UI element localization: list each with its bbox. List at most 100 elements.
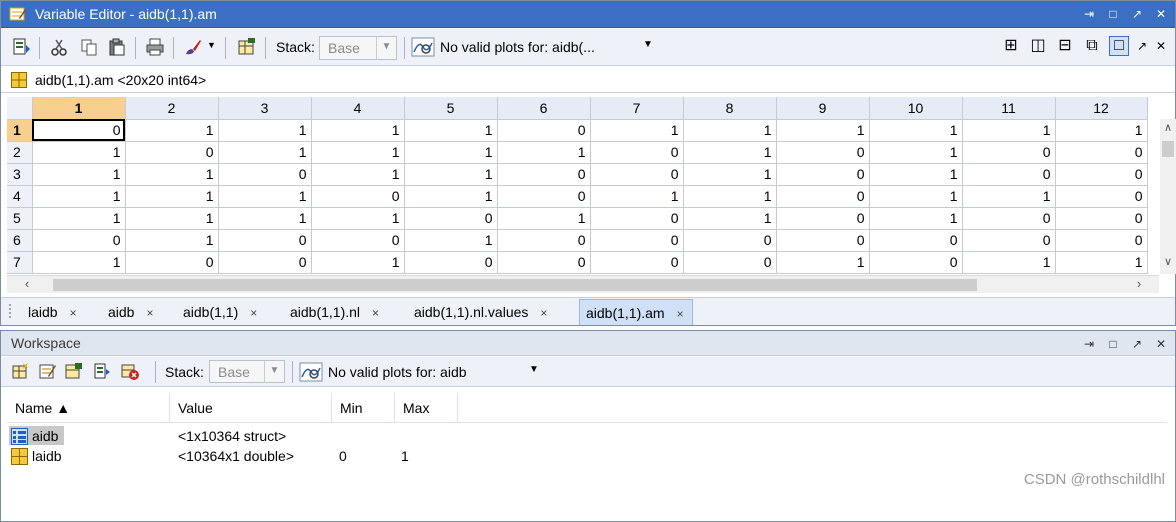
column-header-max[interactable]: Max	[395, 393, 458, 423]
grid-cell[interactable]: 1	[218, 207, 312, 230]
grid-cell[interactable]: 1	[404, 141, 498, 164]
grid-cell[interactable]: 1	[869, 141, 963, 164]
top-bottom-split-icon[interactable]: ⊟	[1055, 36, 1075, 56]
float-icon[interactable]: ⧉	[1082, 36, 1102, 56]
grid-cell[interactable]: 0	[590, 229, 684, 252]
grid-cell[interactable]: 0	[497, 229, 591, 252]
horizontal-scroll-thumb[interactable]	[53, 279, 977, 291]
stack-select[interactable]: Base ▼	[209, 360, 285, 383]
print-icon[interactable]	[145, 37, 165, 57]
grid-cell[interactable]: 1	[125, 207, 219, 230]
grid-cell[interactable]: 0	[962, 207, 1056, 230]
grid-cell[interactable]: 1	[32, 185, 126, 208]
variable-name-cell[interactable]: aidb	[9, 426, 65, 445]
grid-cell[interactable]: 0	[125, 251, 219, 274]
grid-cell[interactable]: 1	[590, 185, 684, 208]
column-header-value[interactable]: Value	[170, 393, 332, 423]
grid-cell[interactable]: 0	[776, 207, 870, 230]
vertical-scroll-thumb[interactable]	[1162, 141, 1174, 157]
column-header[interactable]: 7	[590, 97, 684, 120]
grid-cell[interactable]: 1	[404, 119, 498, 142]
grid-cell[interactable]: 1	[311, 119, 405, 142]
variable-grid[interactable]: 1 2 3 4 5 6 7 8 9 10 11 12 1 0 1 1 1 1 0 1 1 1 1 1 1 2 1 0 1 1 1 1 0 1 0 1 0…	[7, 97, 1159, 274]
scroll-down-icon[interactable]: ∨	[1160, 255, 1176, 271]
grid-cell[interactable]: 1	[776, 119, 870, 142]
grid-cell[interactable]: 0	[776, 163, 870, 186]
grid-cell[interactable]: 0	[1055, 163, 1148, 186]
table-row[interactable]: laidb <10364x1 double> 0 1	[7, 446, 1167, 466]
tab-aidb-1-1-am[interactable]: aidb(1,1).am ×	[579, 299, 693, 325]
row-header[interactable]: 2	[7, 141, 33, 164]
grid-cell[interactable]: 1	[683, 119, 777, 142]
grid-cell[interactable]: 1	[683, 207, 777, 230]
close-tab-icon[interactable]: ×	[372, 306, 379, 320]
grid-cell[interactable]: 1	[32, 207, 126, 230]
grid-cell[interactable]: 0	[590, 163, 684, 186]
grid-cell[interactable]: 1	[311, 141, 405, 164]
column-header[interactable]: 10	[869, 97, 963, 120]
grid-cell[interactable]: 0	[1055, 141, 1148, 164]
row-header[interactable]: 1	[7, 119, 33, 142]
grid-cell[interactable]: 1	[1055, 119, 1148, 142]
plot-selector[interactable]: No valid plots for: aidb(... ▼	[411, 36, 661, 60]
brush-dropdown-icon[interactable]: ▼	[207, 40, 216, 50]
grid-cell[interactable]: 1	[32, 251, 126, 274]
grid-cell[interactable]: 0	[776, 141, 870, 164]
grid-cell[interactable]: 1	[404, 185, 498, 208]
grid-corner[interactable]	[7, 97, 33, 120]
grid-cell[interactable]: 0	[125, 141, 219, 164]
grid-cell[interactable]: 0	[962, 229, 1056, 252]
grid-cell[interactable]: 1	[125, 119, 219, 142]
grid-cell[interactable]: 1	[497, 141, 591, 164]
close-tab-icon[interactable]: ×	[70, 306, 77, 320]
grid-cell[interactable]: 0	[1055, 229, 1148, 252]
tile-all-icon[interactable]: ⊞	[1001, 36, 1021, 56]
brush-icon[interactable]	[183, 37, 203, 57]
row-header[interactable]: 3	[7, 163, 33, 186]
variable-editor-title-bar[interactable]: Variable Editor - aidb(1,1).am ⇥ □ ↗ ✕	[1, 1, 1175, 28]
vertical-scrollbar[interactable]: ∧ ∨	[1160, 119, 1176, 274]
grid-cell[interactable]: 1	[776, 251, 870, 274]
grid-cell[interactable]: 0	[590, 141, 684, 164]
row-header[interactable]: 4	[7, 185, 33, 208]
plot-selector[interactable]: No valid plots for: aidb ▼	[299, 361, 549, 385]
grid-cell[interactable]: 0	[869, 229, 963, 252]
grid-cell[interactable]: 1	[311, 163, 405, 186]
grid-cell[interactable]: 1	[32, 141, 126, 164]
grid-cell[interactable]: 1	[590, 119, 684, 142]
grid-cell[interactable]: 0	[683, 251, 777, 274]
grid-cell[interactable]: 0	[497, 163, 591, 186]
grid-cell[interactable]: 1	[125, 163, 219, 186]
tab-aidb-1-1[interactable]: aidb(1,1) ×	[183, 299, 257, 325]
grid-cell[interactable]: 1	[404, 229, 498, 252]
grid-cell[interactable]: 0	[776, 229, 870, 252]
grid-cell[interactable]: 0	[497, 251, 591, 274]
column-header[interactable]: 11	[962, 97, 1056, 120]
dock-icon[interactable]: ⇥	[1083, 336, 1095, 352]
workspace-title-bar[interactable]: Workspace ⇥ □ ↗ ✕	[1, 331, 1175, 356]
grid-cell[interactable]: 1	[311, 251, 405, 274]
open-variable-icon[interactable]	[39, 362, 57, 380]
grid-cell[interactable]: 1	[311, 207, 405, 230]
column-header-min[interactable]: Min	[332, 393, 395, 423]
column-header-name[interactable]: Name ▲	[7, 393, 170, 423]
grid-cell[interactable]: 0	[311, 185, 405, 208]
stack-select[interactable]: Base ▼	[319, 36, 397, 60]
undock-icon[interactable]: ↗	[1131, 336, 1143, 352]
horizontal-scrollbar[interactable]: ‹ ›	[7, 275, 1159, 293]
grid-cell[interactable]: 1	[32, 163, 126, 186]
column-header[interactable]: 2	[125, 97, 219, 120]
grid-cell[interactable]: 0	[869, 251, 963, 274]
close-tab-icon[interactable]: ×	[146, 306, 153, 320]
maximize-icon[interactable]: □	[1107, 336, 1119, 352]
grid-cell[interactable]: 0	[776, 185, 870, 208]
grid-cell[interactable]: 1	[683, 185, 777, 208]
column-header[interactable]: 8	[683, 97, 777, 120]
tab-aidb[interactable]: aidb ×	[108, 299, 153, 325]
grid-cell[interactable]: 1	[962, 119, 1056, 142]
grid-cell[interactable]: 1	[125, 185, 219, 208]
maximize-icon[interactable]: □	[1107, 6, 1119, 22]
grid-cell[interactable]: 1	[404, 163, 498, 186]
new-variable-icon[interactable]	[11, 362, 29, 380]
grid-cell[interactable]: 1	[125, 229, 219, 252]
